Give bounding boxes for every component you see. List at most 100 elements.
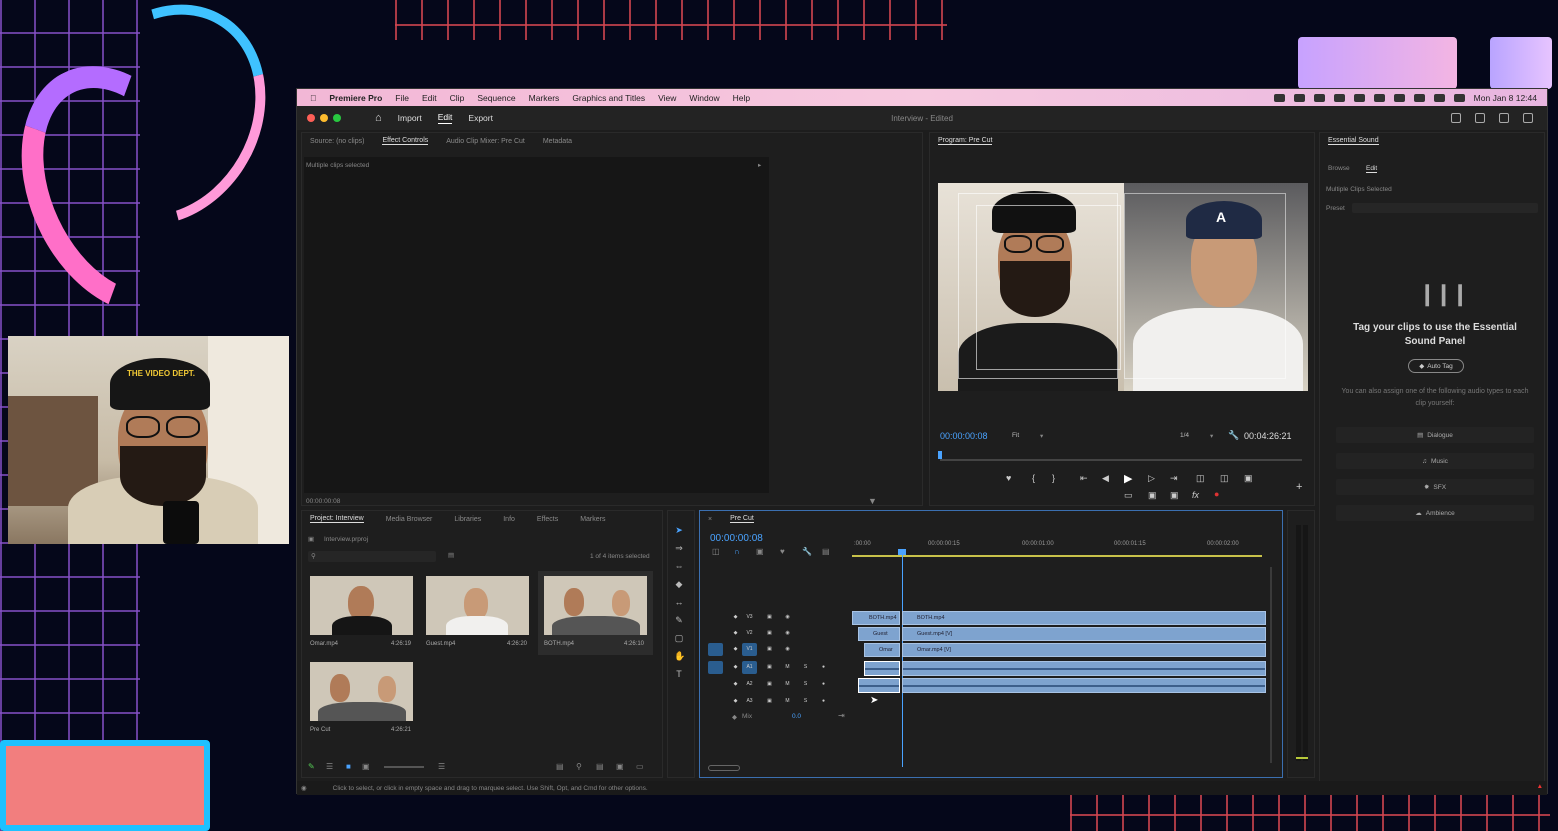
menu-view[interactable]: View	[658, 93, 676, 103]
trash-icon[interactable]: ▭	[636, 762, 644, 771]
menu-sequence[interactable]: Sequence	[477, 93, 515, 103]
thumb-guest[interactable]	[426, 576, 529, 635]
menu-graphics-and-titles[interactable]: Graphics and Titles	[572, 93, 645, 103]
clip-v2[interactable]: Guest.mp4 [V]	[902, 627, 1266, 641]
timeline-marker-icon[interactable]: ♥	[780, 547, 785, 556]
linked-selection-icon[interactable]: ▣	[756, 547, 764, 556]
mix-nav-icon[interactable]: ⇥	[838, 711, 845, 720]
music-button[interactable]: ♫ Music	[1336, 453, 1534, 469]
track-a3-label[interactable]: A3	[742, 695, 757, 708]
track-select-tool-icon[interactable]: ⇒	[674, 543, 684, 553]
thumb-omar[interactable]	[310, 576, 413, 635]
calendar-icon[interactable]	[1373, 93, 1385, 102]
menu-file[interactable]: File	[395, 93, 409, 103]
globe-icon[interactable]	[1353, 93, 1365, 102]
track-v2-eye-icon[interactable]: ◉	[780, 627, 795, 640]
settings-wrench-icon[interactable]: 🔧	[1228, 430, 1239, 441]
hand-tool-icon[interactable]: ✋	[674, 651, 685, 661]
track-v3-eye-icon[interactable]: ◉	[780, 611, 795, 624]
track-a2-mic-icon[interactable]: ●	[816, 678, 831, 691]
find-icon[interactable]: ⚲	[576, 762, 582, 771]
control-center-icon[interactable]	[1453, 93, 1465, 102]
thumb-both[interactable]	[544, 576, 647, 635]
track-a1-solo[interactable]: S	[798, 661, 813, 674]
track-a2-lock-icon[interactable]: ◆	[728, 678, 743, 691]
project-search-input[interactable]	[308, 551, 436, 562]
auto-tag-button[interactable]: ◆ Auto Tag	[1408, 359, 1464, 373]
program-resolution-select[interactable]: 1/4	[1180, 432, 1189, 439]
tab-source[interactable]: Source: (no clips)	[310, 138, 364, 145]
resolution-chevron-icon[interactable]: ▾	[1210, 432, 1213, 440]
menubar-clock[interactable]: Mon Jan 8 12:44	[1474, 93, 1537, 103]
fx-icon[interactable]: fx	[1192, 490, 1199, 500]
insert-icon[interactable]: ◫	[1196, 473, 1205, 484]
clip-v1[interactable]: Omar.mp4 [V]	[902, 643, 1266, 657]
tab-project[interactable]: Project: Interview	[310, 515, 364, 523]
track-v1-lock-icon[interactable]: ◆	[728, 643, 743, 656]
add-marker-icon[interactable]: ♥	[1006, 473, 1011, 483]
track-a3-sync-icon[interactable]: ▣	[762, 695, 777, 708]
timeline-timecode[interactable]: 00:00:00:08	[710, 533, 763, 544]
nest-icon[interactable]: ◫	[712, 547, 720, 556]
track-a1-source-patch[interactable]	[708, 661, 723, 674]
icon-view-icon[interactable]: ■	[346, 762, 351, 771]
ripple-edit-tool-icon[interactable]: ⇔	[674, 561, 684, 571]
captions-icon[interactable]: ▤	[822, 547, 830, 556]
go-to-in-icon[interactable]: ⇤	[1080, 473, 1088, 484]
rectangle-tool-icon[interactable]: ▢	[674, 633, 684, 643]
play-icon[interactable]: ▶	[1124, 472, 1132, 485]
timeline-zoom-scrollbar[interactable]	[708, 765, 740, 771]
dropbox-icon[interactable]	[1333, 93, 1345, 102]
thumbnail-zoom-slider[interactable]	[384, 766, 424, 768]
new-bin-icon[interactable]: ▤	[448, 551, 454, 559]
track-v2-lock-icon[interactable]: ◆	[728, 627, 743, 640]
creative-cloud-icon[interactable]	[1293, 93, 1305, 102]
tab-es-edit[interactable]: Edit	[1366, 165, 1378, 173]
go-to-out-icon[interactable]: ⇥	[1170, 473, 1178, 484]
timeline-settings-icon[interactable]: 🔧	[802, 547, 812, 556]
sync-icon[interactable]	[1313, 93, 1325, 102]
dialogue-button[interactable]: ▤ Dialogue	[1336, 427, 1534, 443]
overwrite-icon[interactable]: ◫	[1220, 473, 1229, 484]
clip-v3[interactable]: BOTH.mp4	[902, 611, 1266, 625]
clip-v2-short[interactable]: Guest	[858, 627, 900, 641]
new-bin-bottom-icon[interactable]: ▤	[556, 762, 564, 771]
program-playhead[interactable]	[938, 451, 942, 459]
pencil-icon[interactable]: ✎	[308, 762, 315, 771]
timeline-playhead-handle[interactable]	[898, 549, 906, 555]
lift-icon[interactable]: ▭	[1124, 490, 1133, 501]
program-video-frame[interactable]: A	[938, 183, 1308, 391]
razor-tool-icon[interactable]: ◆	[674, 579, 684, 589]
menu-clip[interactable]: Clip	[450, 93, 465, 103]
pen-tool-icon[interactable]: ✎	[674, 615, 684, 625]
track-v1-eye-icon[interactable]: ◉	[780, 643, 795, 656]
folder-icon[interactable]: ▤	[596, 762, 604, 771]
tab-metadata[interactable]: Metadata	[543, 138, 572, 145]
expand-arrow-icon[interactable]: ▸	[758, 161, 761, 169]
track-a1-lock-icon[interactable]: ◆	[728, 661, 743, 674]
menu-help[interactable]: Help	[733, 93, 750, 103]
track-v3-label[interactable]: V3	[742, 611, 757, 624]
track-v1-sync-icon[interactable]: ▣	[762, 643, 777, 656]
mix-value[interactable]: 0.0	[792, 713, 801, 720]
clip-a1-short[interactable]	[864, 661, 900, 676]
export-frame-icon[interactable]: ▣	[1244, 473, 1253, 484]
slip-tool-icon[interactable]: ↔	[674, 597, 684, 607]
clip-a2-short[interactable]	[858, 678, 900, 693]
selection-tool-icon[interactable]: ➤	[674, 525, 684, 535]
apple-icon[interactable]: 	[310, 93, 316, 103]
tab-effects[interactable]: Effects	[537, 516, 558, 523]
clip-v1-short[interactable]: Omar	[864, 643, 900, 657]
track-a2-sync-icon[interactable]: ▣	[762, 678, 777, 691]
timeline-close-icon[interactable]: ×	[708, 516, 712, 523]
track-a1-mic-icon[interactable]: ●	[816, 661, 831, 674]
ambience-button[interactable]: ☁ Ambience	[1336, 505, 1534, 521]
new-item-icon[interactable]: ▣	[616, 762, 624, 771]
snap-icon[interactable]: ∩	[734, 547, 740, 556]
clip-a1[interactable]	[902, 661, 1266, 676]
wifi-icon[interactable]	[1413, 93, 1425, 102]
fit-chevron-icon[interactable]: ▾	[1040, 432, 1043, 440]
track-a2-label[interactable]: A2	[742, 678, 757, 691]
track-v3-sync-icon[interactable]: ▣	[762, 611, 777, 624]
add-button-icon[interactable]: +	[1296, 481, 1302, 493]
